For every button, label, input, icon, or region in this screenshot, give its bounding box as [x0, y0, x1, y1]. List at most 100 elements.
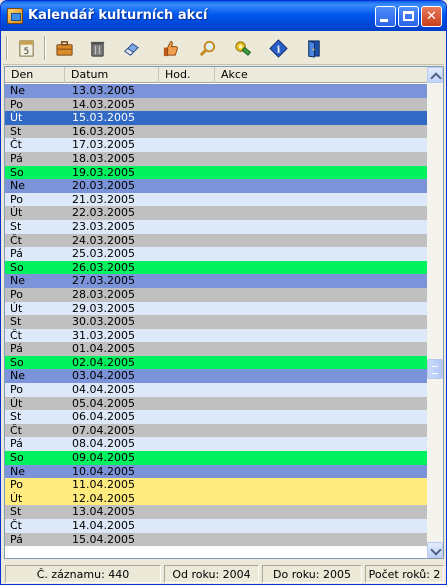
app-icon — [7, 8, 23, 24]
table-row[interactable]: So 26.03.2005 — [5, 260, 427, 275]
row-date: 12.04.2005 — [72, 491, 135, 505]
info-button[interactable]: i — [263, 34, 293, 62]
trash-icon — [90, 41, 105, 57]
row-date: 27.03.2005 — [72, 274, 135, 288]
row-day: Pá — [10, 247, 23, 261]
row-date: 15.03.2005 — [72, 111, 135, 125]
vertical-scrollbar[interactable] — [427, 67, 443, 558]
approve-button[interactable] — [155, 34, 185, 62]
table-row[interactable]: Út 22.03.2005 — [5, 206, 427, 220]
close-button[interactable]: ✕ — [421, 6, 442, 27]
row-day: Pá — [10, 532, 23, 546]
row-day: St — [10, 219, 22, 233]
briefcase-icon — [56, 41, 73, 56]
table-row[interactable]: Po 28.03.2005 — [5, 287, 427, 302]
svg-text:5: 5 — [24, 47, 29, 57]
exit-button[interactable] — [299, 34, 329, 62]
delete-button[interactable] — [82, 34, 112, 62]
table-row[interactable]: Út 12.04.2005 — [5, 491, 427, 506]
row-date: 17.03.2005 — [72, 138, 135, 152]
row-day: Čt — [10, 328, 22, 342]
table-row[interactable]: Ne 27.03.2005 — [5, 274, 427, 288]
table-row[interactable]: Po 11.04.2005 — [5, 478, 427, 492]
column-header-event[interactable]: Akce — [215, 67, 427, 83]
calendar-icon: 5 — [19, 40, 34, 57]
table-row[interactable]: Čt 17.03.2005 — [5, 138, 427, 152]
events-list[interactable]: Den Datum Hod. Akce Ne 13.03.2005 Po 14.03.… — [4, 66, 444, 559]
table-row[interactable]: Čt 31.03.2005 — [5, 328, 427, 343]
scroll-thumb[interactable] — [427, 359, 443, 379]
table-row[interactable]: Pá 25.03.2005 — [5, 247, 427, 261]
list-rows: Ne 13.03.2005 Po 14.03.2005 Út 15.03.2005 St 16… — [5, 84, 427, 558]
table-row[interactable]: Ne 20.03.2005 — [5, 179, 427, 193]
table-row[interactable]: Út 15.03.2005 — [5, 111, 427, 125]
row-day: Ne — [10, 464, 25, 478]
table-row[interactable]: Po 04.04.2005 — [5, 383, 427, 397]
scroll-down-button[interactable] — [427, 542, 443, 558]
table-row[interactable]: St 16.03.2005 — [5, 124, 427, 139]
table-row[interactable]: So 09.04.2005 — [5, 451, 427, 465]
table-row[interactable]: Pá 18.03.2005 — [5, 151, 427, 166]
toolbar: 5 i — [3, 31, 444, 65]
table-row[interactable]: So 19.03.2005 — [5, 165, 427, 180]
briefcase-button[interactable] — [49, 34, 79, 62]
row-date: 31.03.2005 — [72, 328, 135, 342]
row-date: 30.03.2005 — [72, 315, 135, 329]
column-header-date[interactable]: Datum — [65, 67, 159, 83]
row-day: Po — [10, 287, 23, 301]
row-date: 09.04.2005 — [72, 451, 135, 465]
row-day: Út — [10, 396, 23, 410]
magnifier-icon — [199, 40, 216, 57]
table-row[interactable]: Út 05.04.2005 — [5, 396, 427, 411]
close-icon: ✕ — [426, 9, 437, 24]
calendar-button[interactable]: 5 — [11, 34, 41, 62]
table-row[interactable]: Po 21.03.2005 — [5, 192, 427, 207]
row-day: St — [10, 505, 22, 519]
eraser-icon — [124, 43, 139, 56]
toolbar-separator — [44, 36, 46, 60]
row-day: Pá — [10, 151, 23, 165]
status-bar: Č. záznamu: 440 Od roku: 2004 Do roku: 2… — [3, 563, 444, 584]
table-row[interactable]: St 23.03.2005 — [5, 219, 427, 234]
column-header-hour[interactable]: Hod. — [159, 67, 215, 83]
row-day: Pá — [10, 342, 23, 356]
table-row[interactable]: St 06.04.2005 — [5, 410, 427, 424]
row-day: So — [10, 260, 24, 274]
row-day: Út — [10, 111, 23, 125]
table-row[interactable]: St 13.04.2005 — [5, 505, 427, 519]
table-row[interactable]: Pá 08.04.2005 — [5, 437, 427, 452]
table-row[interactable]: Ne 13.03.2005 — [5, 84, 427, 98]
tools-icon — [235, 41, 252, 56]
row-date: 20.03.2005 — [72, 179, 135, 193]
row-date: 07.04.2005 — [72, 423, 135, 437]
table-row[interactable]: St 30.03.2005 — [5, 315, 427, 329]
table-row[interactable]: Út 29.03.2005 — [5, 301, 427, 316]
thumbs-up-icon — [163, 41, 178, 57]
toolbar-separator — [6, 36, 8, 60]
table-row[interactable]: So 02.04.2005 — [5, 355, 427, 370]
table-row[interactable]: Čt 07.04.2005 — [5, 423, 427, 438]
row-date: 04.04.2005 — [72, 383, 135, 397]
table-row[interactable]: Pá 01.04.2005 — [5, 342, 427, 356]
search-button[interactable] — [192, 34, 222, 62]
table-row[interactable]: Čt 14.04.2005 — [5, 519, 427, 533]
minimize-button[interactable] — [375, 6, 396, 27]
maximize-icon — [403, 11, 414, 21]
table-row[interactable]: Ne 10.04.2005 — [5, 464, 427, 479]
table-row[interactable]: Pá 15.04.2005 — [5, 532, 427, 547]
window-title: Kalendář kulturních akcí — [28, 8, 208, 23]
table-row[interactable]: Po 14.03.2005 — [5, 97, 427, 112]
table-row[interactable]: Ne 03.04.2005 — [5, 369, 427, 384]
row-date: 21.03.2005 — [72, 192, 135, 206]
title-bar[interactable]: Kalendář kulturních akcí ✕ — [1, 1, 446, 31]
maximize-button[interactable] — [398, 6, 419, 27]
row-date: 25.03.2005 — [72, 247, 135, 261]
settings-button[interactable] — [227, 34, 257, 62]
column-header-day[interactable]: Den — [5, 67, 65, 83]
clear-button[interactable] — [116, 34, 146, 62]
row-day: St — [10, 410, 22, 424]
status-to-year: Do roku: 2005 — [262, 565, 362, 583]
scroll-up-button[interactable] — [427, 67, 443, 83]
status-record-number: Č. záznamu: 440 — [5, 565, 161, 583]
table-row[interactable]: Čt 24.03.2005 — [5, 233, 427, 248]
